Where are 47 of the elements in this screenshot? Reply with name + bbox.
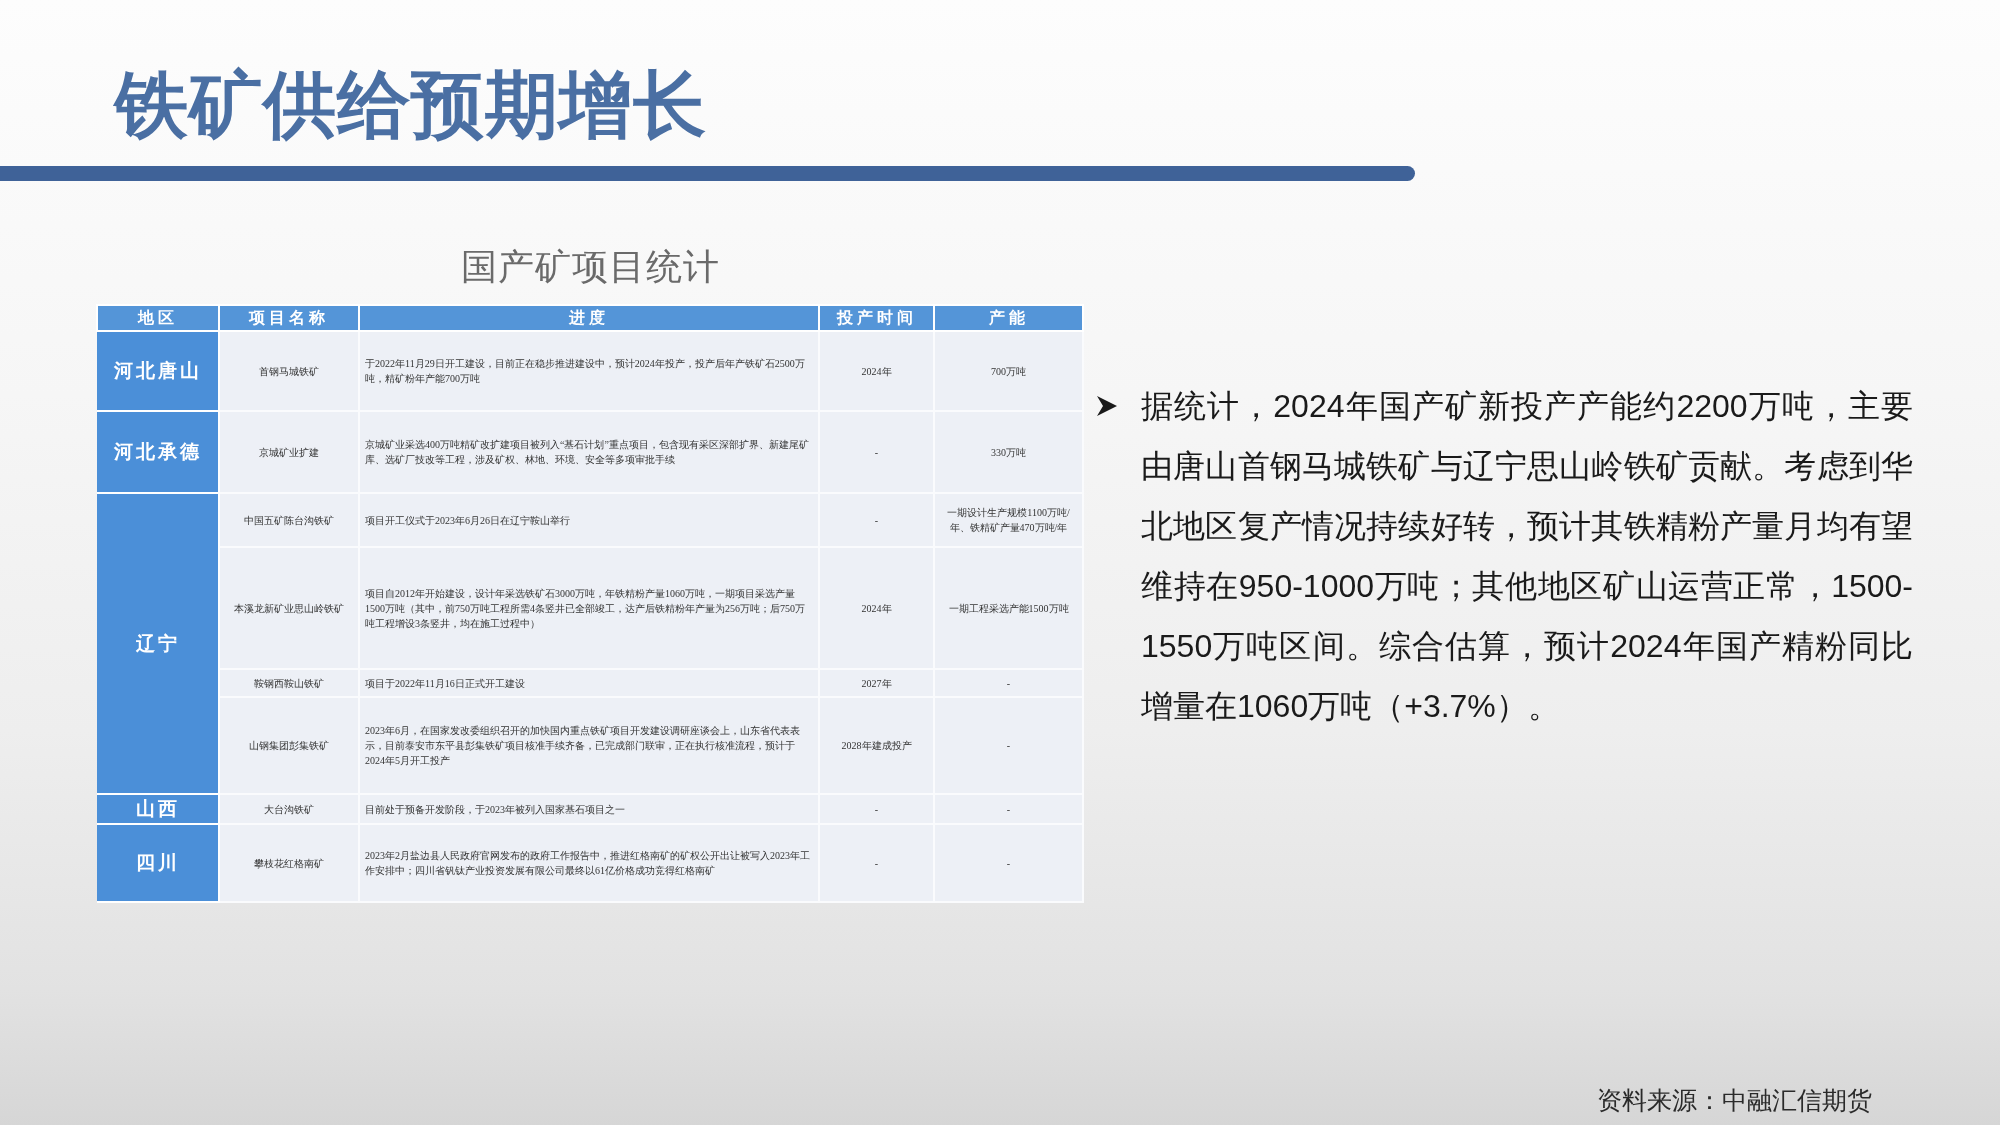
table-cell: - <box>819 824 934 902</box>
table-cell: 2024年 <box>819 547 934 669</box>
column-header: 投产时间 <box>819 305 934 331</box>
table-cell: - <box>819 794 934 824</box>
table-title: 国产矿项目统计 <box>460 246 720 289</box>
bullet-arrow-icon <box>1097 396 1117 416</box>
table-cell: 大台沟铁矿 <box>219 794 359 824</box>
table-cell: 2023年2月盐边县人民政府官网发布的政府工作报告中，推进红格南矿的矿权公开出让被写入2023年工作安排中；四川省钒钛产业投资发展有限公司最终以61亿价格成功竞得红格南矿 <box>359 824 819 902</box>
column-header: 产能 <box>934 305 1083 331</box>
source-note: 资料来源：中融汇信期货 <box>1597 1086 1872 1116</box>
table-cell: 攀枝花红格南矿 <box>219 824 359 902</box>
table-cell: - <box>934 794 1083 824</box>
table-cell: 一期工程采选产能1500万吨 <box>934 547 1083 669</box>
table-cell: - <box>819 411 934 493</box>
region-cell: 辽宁 <box>97 493 219 794</box>
table-cell: - <box>934 669 1083 697</box>
column-header: 地区 <box>97 305 219 331</box>
slide-title: 铁矿供给预期增长 <box>115 64 707 148</box>
table-cell: 2028年建成投产 <box>819 697 934 794</box>
summary-text: 据统计，2024年国产矿新投产产能约2200万吨，主要由唐山首钢马城铁矿与辽宁思山岭铁矿贡献。考虑到华北地区复产情况持续好转，预计其铁精粉产量月均有望维持在950-1000万吨；其他地区矿山运营正常，1500-1550万吨区间。综合估算，预计2024年国产精粉同比增量在1060万吨（+3.7%）。 <box>1141 387 1913 726</box>
table-cell: 330万吨 <box>934 411 1083 493</box>
table-cell: 本溪龙新矿业思山岭铁矿 <box>219 547 359 669</box>
table-cell: 项目于2022年11月16日正式开工建设 <box>359 669 819 697</box>
table-cell: 于2022年11月29日开工建设，目前正在稳步推进建设中，预计2024年投产，投产后年产铁矿石2500万吨，精矿粉年产能700万吨 <box>359 331 819 411</box>
table-cell: 中国五矿陈台沟铁矿 <box>219 493 359 547</box>
table-cell: - <box>934 824 1083 902</box>
table-cell: 京城矿业采选400万吨精矿改扩建项目被列入“基石计划”重点项目，包含现有采区深部扩界、新建尾矿库、选矿厂技改等工程，涉及矿权、林地、环境、安全等多项审批手续 <box>359 411 819 493</box>
table-cell: 项目自2012年开始建设，设计年采选铁矿石3000万吨，年铁精粉产量1060万吨，一期项目采选产量1500万吨（其中，前750万吨工程所需4条竖井已全部竣工，达产后铁精粉年产量为256万吨；后750万吨工程增设3条竖井，均在施工过程中） <box>359 547 819 669</box>
region-cell: 河北承德 <box>97 411 219 493</box>
table-cell: 一期设计生产规模1100万吨/年、铁精矿产量470万吨/年 <box>934 493 1083 547</box>
region-cell: 四川 <box>97 824 219 902</box>
table-cell: 2027年 <box>819 669 934 697</box>
table-cell: 项目开工仪式于2023年6月26日在辽宁鞍山举行 <box>359 493 819 547</box>
region-cell: 河北唐山 <box>97 331 219 411</box>
table-cell: - <box>819 493 934 547</box>
table-cell: 2024年 <box>819 331 934 411</box>
column-header: 进度 <box>359 305 819 331</box>
table-cell: 山钢集团彭集铁矿 <box>219 697 359 794</box>
table-cell: 京城矿业扩建 <box>219 411 359 493</box>
column-header: 项目名称 <box>219 305 359 331</box>
table-cell: 700万吨 <box>934 331 1083 411</box>
table-cell: - <box>934 697 1083 794</box>
region-cell: 山西 <box>97 794 219 824</box>
table-cell: 鞍钢西鞍山铁矿 <box>219 669 359 697</box>
table-cell: 首钢马城铁矿 <box>219 331 359 411</box>
table-cell: 2023年6月，在国家发改委组织召开的加快国内重点铁矿项目开发建设调研座谈会上，山东省代表表示，目前泰安市东平县彭集铁矿项目核准手续齐备，已完成部门联审，正在执行核准流程，预计于2024年5月开工投产 <box>359 697 819 794</box>
table-cell: 目前处于预备开发阶段，于2023年被列入国家基石项目之一 <box>359 794 819 824</box>
